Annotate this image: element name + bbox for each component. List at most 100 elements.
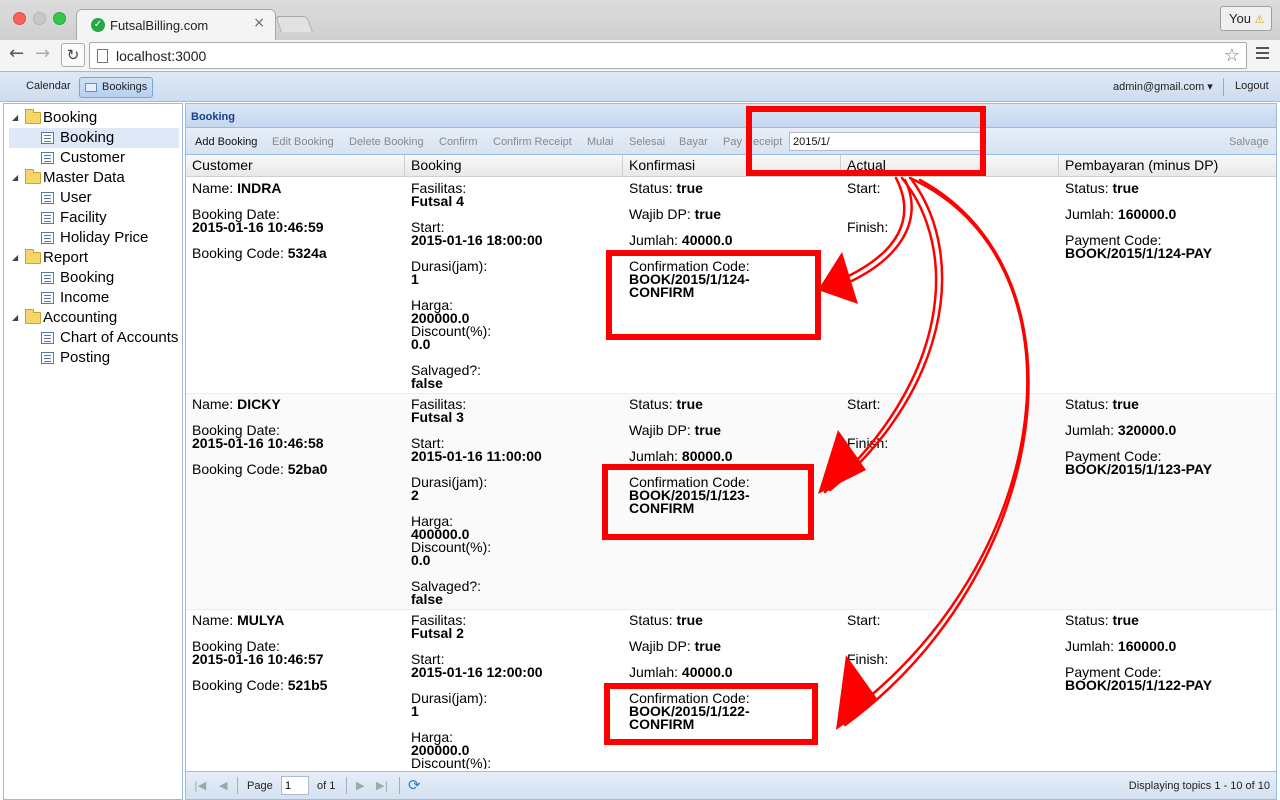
field-durasi: 2 bbox=[411, 487, 419, 503]
tab-calendar[interactable]: Calendar bbox=[18, 77, 79, 98]
tab-bookings[interactable]: Bookings bbox=[79, 77, 153, 98]
selesai-button[interactable]: Selesai bbox=[629, 136, 665, 148]
divider bbox=[346, 777, 347, 794]
field-start: 2015-01-16 12:00:00 bbox=[411, 664, 543, 680]
sidebar-item-facility[interactable]: Facility bbox=[4, 208, 180, 228]
confirm-receipt-button[interactable]: Confirm Receipt bbox=[493, 136, 572, 148]
reload-icon[interactable]: ↻ bbox=[61, 43, 85, 67]
field-name: Name: MULYA bbox=[192, 612, 285, 628]
expand-arrow-icon[interactable]: ◢ bbox=[12, 248, 18, 268]
field-status: Status: true bbox=[629, 180, 703, 196]
divider bbox=[237, 777, 238, 794]
back-arrow-icon[interactable]: ← bbox=[9, 43, 24, 64]
column-header-konfirmasi[interactable]: Konfirmasi bbox=[623, 155, 841, 177]
sidebar-item-user[interactable]: User bbox=[4, 188, 180, 208]
field-booking-date: 2015-01-16 10:46:57 bbox=[192, 651, 324, 667]
field-salvaged: false bbox=[411, 375, 443, 391]
bayar-button[interactable]: Bayar bbox=[679, 136, 708, 148]
refresh-icon[interactable]: ⟳ bbox=[408, 776, 421, 794]
tree-label: Holiday Price bbox=[60, 229, 149, 246]
tree-folder-booking[interactable]: ◢ Booking bbox=[4, 108, 180, 128]
field-payment-code: BOOK/2015/1/122-PAY bbox=[1065, 677, 1213, 693]
logout-button[interactable]: Logout bbox=[1235, 80, 1269, 92]
tree-folder-report[interactable]: ◢ Report bbox=[4, 248, 180, 268]
expand-arrow-icon[interactable]: ◢ bbox=[12, 308, 18, 328]
close-window-button[interactable] bbox=[13, 12, 26, 25]
table-row[interactable]: Name: INDRA Booking Date: 2015-01-16 10:… bbox=[186, 178, 1276, 394]
first-page-icon[interactable]: |◀ bbox=[194, 779, 206, 792]
column-header-booking[interactable]: Booking bbox=[405, 155, 623, 177]
tree-label: Booking bbox=[43, 109, 98, 126]
field-durasi-label: Durasi(jam): bbox=[411, 690, 488, 706]
maximize-window-button[interactable] bbox=[53, 12, 66, 25]
last-page-icon[interactable]: ▶| bbox=[376, 779, 388, 792]
column-header-pembayaran[interactable]: Pembayaran (minus DP) bbox=[1059, 155, 1276, 177]
url-text[interactable]: localhost:3000 bbox=[116, 48, 206, 64]
edit-booking-button[interactable]: Edit Booking bbox=[272, 136, 334, 148]
folder-open-icon bbox=[25, 109, 41, 124]
sidebar-item-holiday-price[interactable]: Holiday Price bbox=[4, 228, 180, 248]
field-jumlah: Jumlah: 40000.0 bbox=[629, 232, 733, 248]
table-row[interactable]: Name: DICKY Booking Date: 2015-01-16 10:… bbox=[186, 394, 1276, 610]
expand-arrow-icon[interactable]: ◢ bbox=[12, 168, 18, 188]
tree-label: Posting bbox=[60, 349, 111, 366]
app-top-bar: Calendar Bookings admin@gmail.com ▾ Logo… bbox=[0, 72, 1280, 102]
field-booking-date: 2015-01-16 10:46:59 bbox=[192, 219, 324, 235]
tree-label: Booking bbox=[60, 269, 115, 286]
prev-page-icon[interactable]: ◀ bbox=[219, 779, 227, 792]
expand-arrow-icon[interactable]: ◢ bbox=[12, 108, 18, 128]
delete-booking-button[interactable]: Delete Booking bbox=[349, 136, 424, 148]
sidebar-item-chart-of-accounts[interactable]: Chart of Accounts bbox=[4, 328, 180, 348]
mulai-button[interactable]: Mulai bbox=[587, 136, 613, 148]
field-discount: 0.0 bbox=[411, 552, 431, 568]
profile-button[interactable]: You ⚠ bbox=[1220, 6, 1272, 31]
tree-label: Master Data bbox=[43, 169, 125, 186]
next-page-icon[interactable]: ▶ bbox=[356, 779, 364, 792]
add-booking-button[interactable]: Add Booking bbox=[195, 136, 257, 148]
column-header-actual[interactable]: Actual bbox=[841, 155, 1059, 177]
sidebar-item-customer[interactable]: Customer bbox=[4, 148, 180, 168]
sidebar-item-booking[interactable]: Booking bbox=[9, 128, 179, 148]
new-tab-button[interactable] bbox=[275, 16, 313, 32]
tree-folder-master-data[interactable]: ◢ Master Data bbox=[4, 168, 180, 188]
sidebar-item-report-booking[interactable]: Booking bbox=[4, 268, 180, 288]
search-input[interactable] bbox=[789, 132, 986, 151]
browser-menu-icon[interactable] bbox=[1256, 47, 1269, 61]
field-payment-status: Status: true bbox=[1065, 612, 1139, 628]
cell-actual: Start: Finish: bbox=[847, 394, 1057, 610]
list-icon bbox=[41, 192, 54, 204]
page-number-input[interactable] bbox=[281, 776, 309, 795]
table-row[interactable]: Name: MULYA Booking Date: 2015-01-16 10:… bbox=[186, 610, 1276, 769]
address-bar[interactable]: localhost:3000 ☆ bbox=[89, 42, 1247, 69]
sidebar-item-income[interactable]: Income bbox=[4, 288, 180, 308]
pay-receipt-button[interactable]: Pay Receipt bbox=[723, 136, 782, 148]
grid-toolbar: Add Booking Edit Booking Delete Booking … bbox=[186, 128, 1276, 155]
confirm-button[interactable]: Confirm bbox=[439, 136, 478, 148]
field-actual-finish: Finish: bbox=[847, 435, 889, 451]
browser-tab-active[interactable]: ✓ FutsalBilling.com × bbox=[76, 9, 276, 40]
folder-open-icon bbox=[25, 169, 41, 184]
salvage-button[interactable]: Salvage bbox=[1229, 136, 1269, 148]
paging-summary: Displaying topics 1 - 10 of 10 bbox=[1128, 780, 1270, 792]
minimize-window-button[interactable] bbox=[33, 12, 46, 25]
sidebar-item-posting[interactable]: Posting bbox=[4, 348, 180, 368]
tab-bookings-label: Bookings bbox=[102, 81, 148, 93]
field-payment-code: BOOK/2015/1/123-PAY bbox=[1065, 461, 1213, 477]
page-label: Page bbox=[247, 780, 273, 792]
bookmark-star-icon[interactable]: ☆ bbox=[1224, 45, 1240, 66]
list-icon bbox=[41, 212, 54, 224]
tree-folder-accounting[interactable]: ◢ Accounting bbox=[4, 308, 180, 328]
field-payment-jumlah: Jumlah: 160000.0 bbox=[1065, 206, 1177, 222]
divider bbox=[399, 777, 400, 794]
forward-arrow-icon[interactable]: → bbox=[35, 43, 50, 64]
tree-label: Facility bbox=[60, 209, 107, 226]
user-menu[interactable]: admin@gmail.com ▾ bbox=[1113, 80, 1213, 93]
cell-actual: Start: Finish: bbox=[847, 178, 1057, 394]
field-payment-jumlah: Jumlah: 320000.0 bbox=[1065, 422, 1177, 438]
tab-close-icon[interactable]: × bbox=[253, 15, 265, 31]
field-payment-code: BOOK/2015/1/124-PAY bbox=[1065, 245, 1213, 261]
field-payment-status: Status: true bbox=[1065, 396, 1139, 412]
field-actual-finish: Finish: bbox=[847, 651, 889, 667]
column-header-customer[interactable]: Customer bbox=[186, 155, 405, 177]
list-icon bbox=[41, 232, 54, 244]
